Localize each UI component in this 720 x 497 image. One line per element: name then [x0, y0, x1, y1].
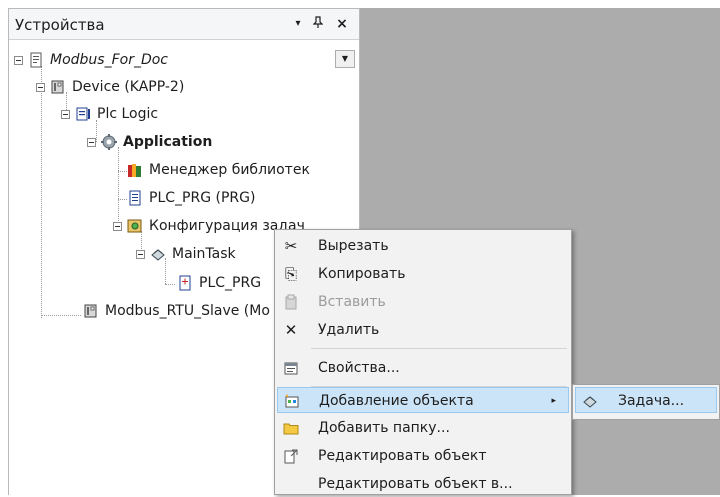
tree-item-main-task-prg[interactable]: PLC_PRG [177, 271, 277, 295]
tree-label-plc-prg: PLC_PRG (PRG) [149, 190, 256, 206]
chevron-down-icon[interactable]: ▼ [335, 50, 355, 68]
tree-item-library-manager[interactable]: Менеджер библиотек [127, 158, 327, 182]
task-icon [582, 393, 598, 409]
context-menu: ✂ Вырезать ⎘ Копировать Вставить ✕ Удали… [274, 229, 572, 495]
menu-item-label: Вставить [318, 294, 386, 310]
menu-item-label: Задача... [618, 393, 685, 409]
menu-item-edit-object-with[interactable]: Редактировать объект в... [277, 471, 569, 497]
menu-item-add-object[interactable]: Добавление объекта ▸ [277, 387, 569, 413]
collapse-toggle-icon[interactable] [87, 138, 96, 147]
properties-icon [283, 360, 299, 376]
tree-item-main-task[interactable]: MainTask [136, 242, 276, 266]
menu-item-label: Удалить [318, 322, 380, 338]
device-icon [50, 79, 66, 95]
tree-line [165, 284, 175, 285]
task-icon [150, 246, 166, 262]
device-icon [83, 303, 99, 319]
menu-item-label: Копировать [318, 266, 406, 282]
menu-item-label: Вырезать [318, 238, 389, 254]
collapse-toggle-icon[interactable] [61, 110, 70, 119]
folder-icon [283, 420, 299, 436]
menu-item-delete[interactable]: ✕ Удалить [277, 317, 569, 343]
menu-item-cut[interactable]: ✂ Вырезать [277, 233, 569, 259]
submenu-item-task[interactable]: Задача... [575, 387, 717, 413]
tree-item-root[interactable]: Modbus_For_Doc [14, 48, 334, 72]
submenu-arrow-icon: ▸ [551, 396, 556, 406]
tree-label-main-task-prg: PLC_PRG [199, 275, 262, 291]
menu-item-properties[interactable]: Свойства... [277, 355, 569, 381]
gear-icon [101, 134, 117, 150]
panel-header: Устройства ▾ × [9, 9, 359, 40]
project-icon [28, 52, 44, 68]
menu-item-label: Добавить папку... [318, 420, 450, 436]
tree-label-plc-logic: Plc Logic [97, 106, 159, 122]
panel-dropdown-icon[interactable]: ▾ [289, 14, 307, 34]
menu-item-label: Редактировать объект [318, 448, 487, 464]
edit-icon [283, 448, 299, 464]
collapse-toggle-icon[interactable] [36, 83, 45, 92]
tree-item-device[interactable]: Device (KAPP-2) [36, 75, 296, 99]
menu-item-label: Свойства... [318, 360, 400, 376]
tree-label-device: Device (KAPP-2) [72, 79, 185, 95]
plc-logic-icon [75, 106, 91, 122]
pou-icon [127, 190, 143, 206]
tree-label-library-manager: Менеджер библиотек [149, 162, 310, 178]
menu-item-paste: Вставить [277, 289, 569, 315]
copy-icon: ⎘ [284, 265, 297, 283]
paste-icon [283, 294, 299, 310]
program-call-icon [177, 275, 193, 291]
tree-item-plc-prg[interactable]: PLC_PRG (PRG) [127, 186, 327, 210]
menu-item-copy[interactable]: ⎘ Копировать [277, 261, 569, 287]
collapse-toggle-icon[interactable] [14, 56, 23, 65]
close-icon[interactable]: × [333, 14, 351, 34]
collapse-toggle-icon[interactable] [113, 222, 122, 231]
panel-title: Устройства [15, 16, 105, 34]
tree-item-modbus-slave[interactable]: Modbus_RTU_Slave (Mo [83, 299, 273, 323]
task-config-icon [127, 218, 143, 234]
pin-icon[interactable] [309, 14, 327, 34]
tree-line [41, 315, 81, 316]
tree-line [41, 66, 42, 318]
scissors-icon: ✂ [284, 237, 298, 255]
add-object-icon [284, 393, 300, 409]
tree-label-modbus-slave: Modbus_RTU_Slave (Mo [105, 303, 270, 319]
tree-item-plc-logic[interactable]: Plc Logic [61, 102, 261, 126]
tree-line [118, 199, 127, 200]
library-icon [127, 162, 143, 178]
tree-line [118, 171, 127, 172]
menu-item-label: Редактировать объект в... [318, 476, 513, 492]
menu-item-label: Добавление объекта [319, 393, 474, 409]
menu-item-edit-object[interactable]: Редактировать объект [277, 443, 569, 469]
add-object-submenu: Задача... [572, 384, 720, 420]
delete-icon: ✕ [284, 321, 298, 339]
tree-label-main-task: MainTask [172, 246, 236, 262]
tree-label-application: Application [123, 134, 213, 150]
collapse-toggle-icon[interactable] [136, 250, 145, 259]
tree-item-application[interactable]: Application [87, 130, 287, 154]
app-window: Устройства ▾ × Modbus_For_Doc ▼ Device (… [0, 0, 720, 495]
menu-separator [311, 348, 567, 349]
menu-item-add-folder[interactable]: Добавить папку... [277, 415, 569, 441]
tree-label-root: Modbus_For_Doc [50, 52, 169, 68]
